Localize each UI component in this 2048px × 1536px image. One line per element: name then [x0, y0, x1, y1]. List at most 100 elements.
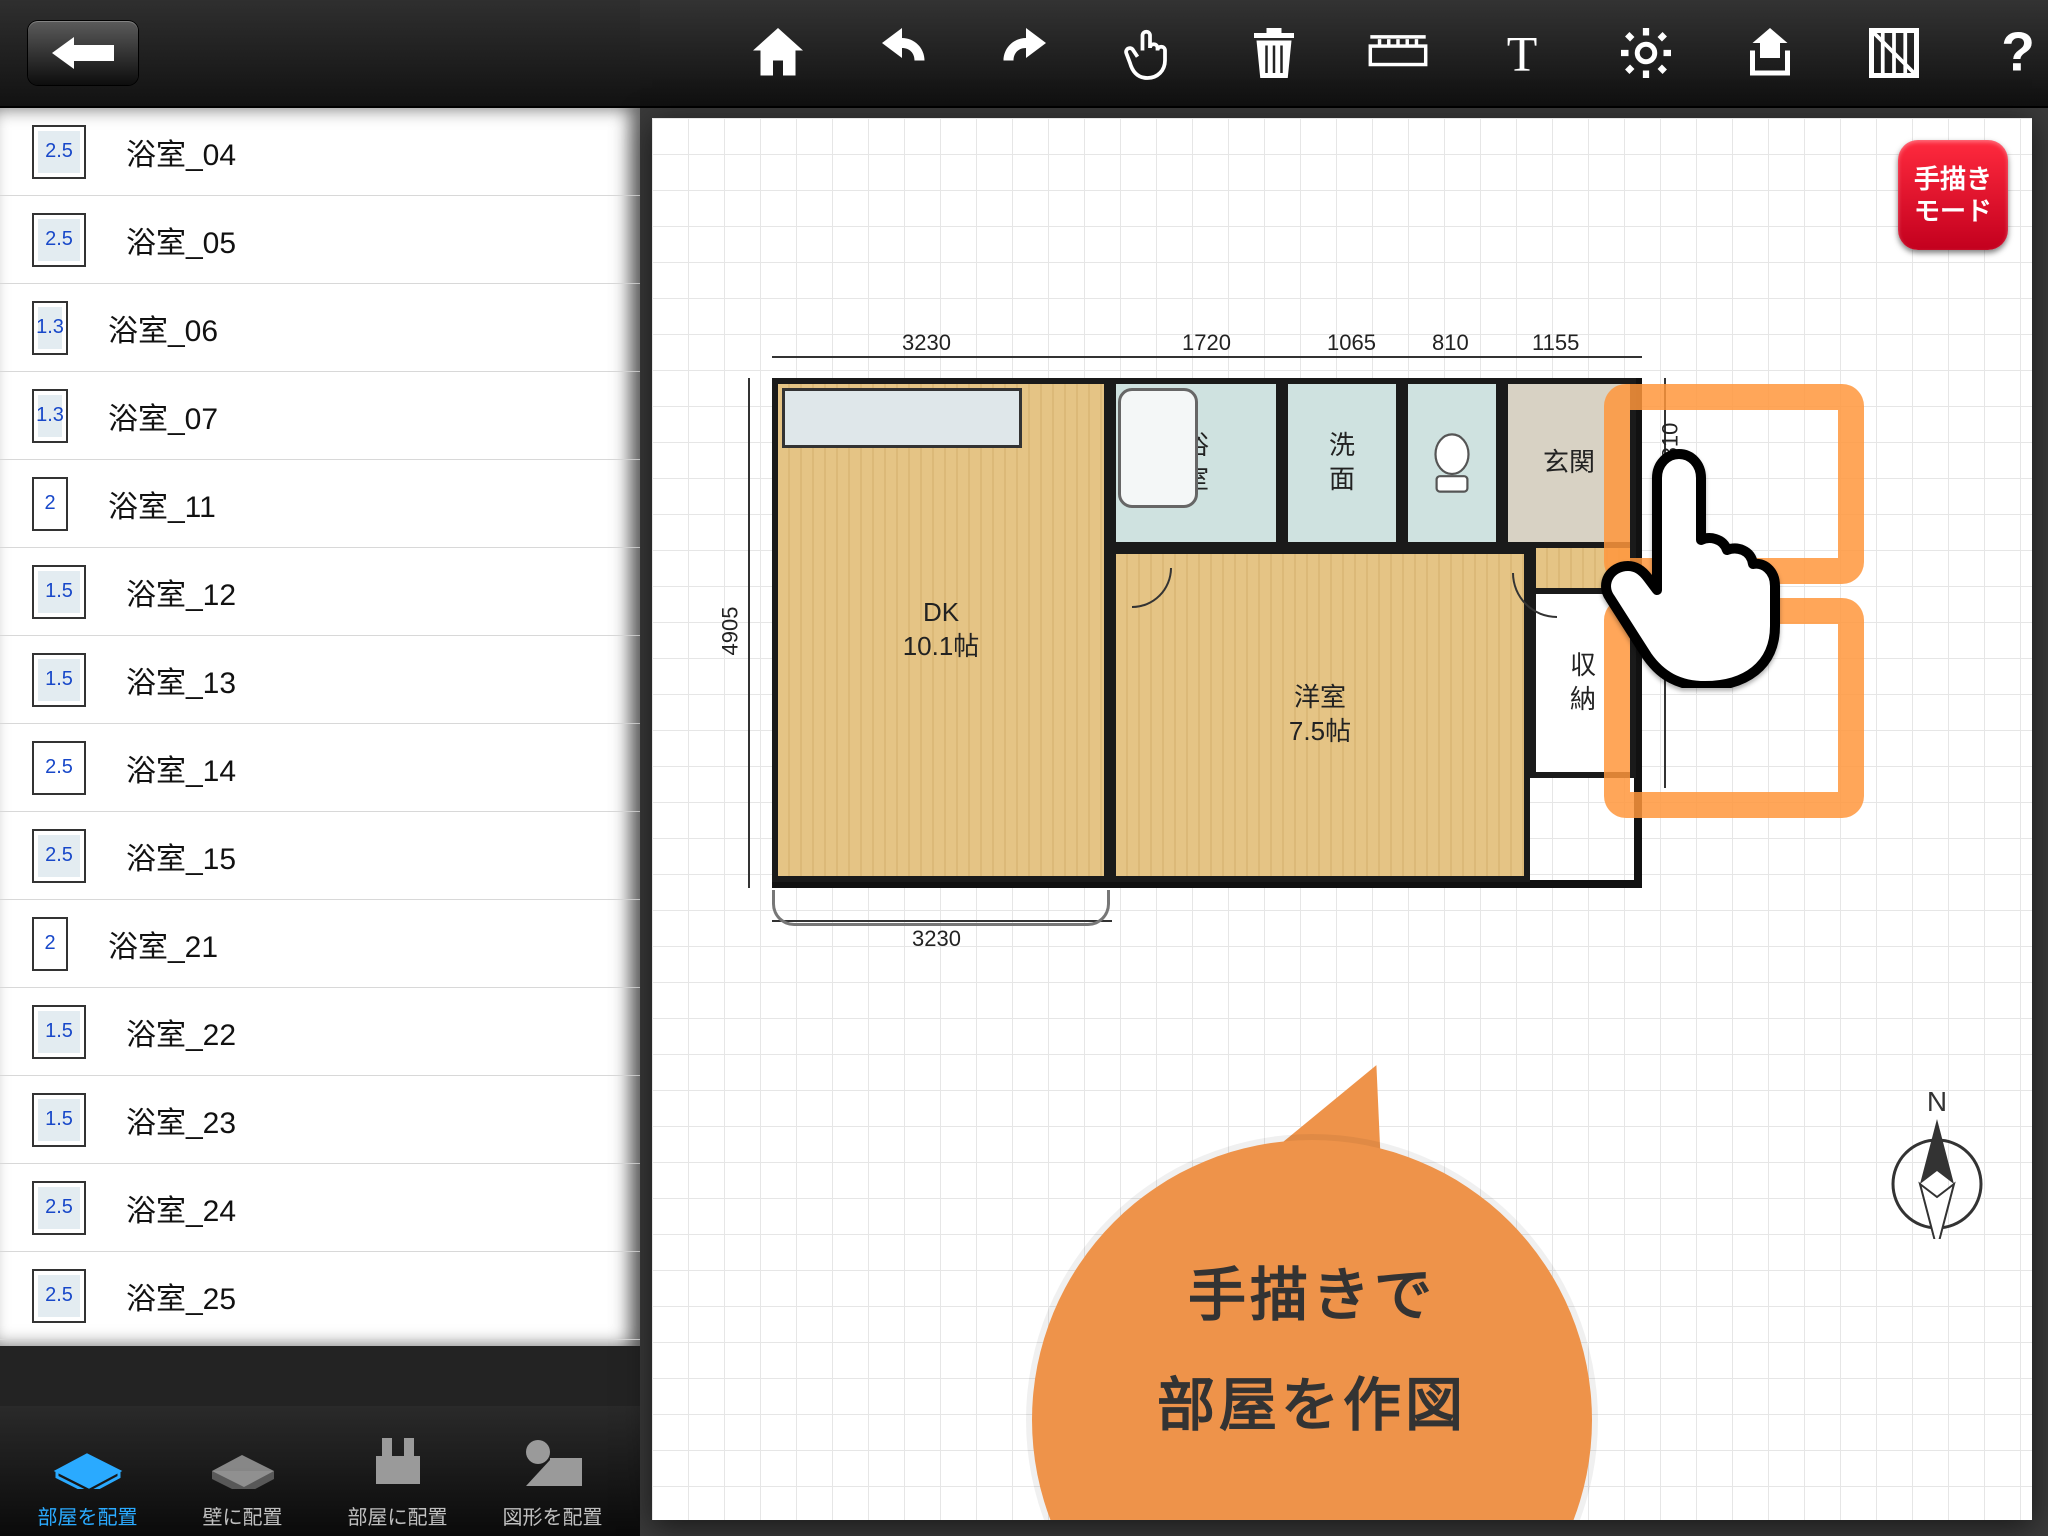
- measure-button[interactable]: [1368, 17, 1428, 89]
- palette-item[interactable]: 1.5 浴室_22: [0, 988, 640, 1076]
- delete-button[interactable]: [1244, 17, 1304, 89]
- room-western-name: 洋室: [1294, 681, 1346, 715]
- palette-label: 浴室_07: [108, 394, 218, 438]
- room-dk[interactable]: DK 10.1帖: [772, 378, 1110, 882]
- dim-top-2: 1720: [1182, 330, 1231, 356]
- canvas-area: 手描き モード 3230 1720 1065 810 1155 4905 810…: [640, 108, 2048, 1536]
- palette-list[interactable]: 2.5浴室_042.5浴室_05 1.3 浴室_06 1.3 浴室_07 2 浴室_11 1.…: [0, 108, 640, 1346]
- speech-line2: 部屋を作図: [1157, 1358, 1467, 1442]
- room-dk-name: DK: [923, 596, 959, 630]
- help-button[interactable]: ?: [1988, 17, 2048, 89]
- bottom-tab[interactable]: 部屋に配置: [320, 1423, 475, 1530]
- palette-item[interactable]: 1.5 浴室_12: [0, 548, 640, 636]
- palette-chip: 1.3: [32, 301, 68, 355]
- tab-icon: [165, 1423, 320, 1501]
- palette-chip: 1.5: [32, 1005, 86, 1059]
- palette-label: 浴室_11: [108, 482, 216, 526]
- palette-chip: 1.5: [32, 565, 86, 619]
- room-wash[interactable]: 洗 面: [1282, 378, 1402, 548]
- tab-icon: [320, 1423, 475, 1501]
- palette-label: 浴室_24: [126, 1186, 236, 1230]
- pointer-hand-icon: [1592, 448, 1802, 688]
- sidebar: 2.5浴室_042.5浴室_05 1.3 浴室_06 1.3 浴室_07 2 浴室_11 1.…: [0, 0, 640, 1536]
- speech-bubble: 手描きで 部屋を作図: [1032, 1140, 1592, 1520]
- dim-top-3: 1065: [1327, 330, 1376, 356]
- palette-item[interactable]: 1.3 浴室_06: [0, 284, 640, 372]
- palette-label: 浴室_22: [126, 1010, 236, 1054]
- back-button[interactable]: [28, 21, 138, 85]
- palette-item[interactable]: 2.5浴室_14: [0, 724, 640, 812]
- grid-button[interactable]: [1864, 17, 1924, 89]
- draw-mode-badge[interactable]: 手描き モード: [1898, 140, 2008, 250]
- room-closet-l2: 納: [1570, 683, 1596, 717]
- palette-chip: 2: [32, 917, 68, 971]
- palette-label: 浴室_06: [108, 306, 218, 350]
- home-button[interactable]: [748, 17, 808, 89]
- room-entry-name: 玄関: [1543, 446, 1595, 480]
- dim-top-4: 810: [1432, 330, 1469, 356]
- tab-label: 部屋に配置: [320, 1501, 475, 1530]
- palette-item[interactable]: 2.5 浴室_24: [0, 1164, 640, 1252]
- bottom-tab[interactable]: 部屋を配置: [10, 1423, 165, 1530]
- palette-item[interactable]: 2.5浴室_05: [0, 196, 640, 284]
- touch-button[interactable]: [1120, 17, 1180, 89]
- help-icon: ?: [1988, 23, 2048, 83]
- svg-text:?: ?: [2001, 23, 2035, 83]
- bottom-tabs: 部屋を配置壁に配置部屋に配置図形を配置: [0, 1406, 640, 1536]
- tab-label: 部屋を配置: [10, 1501, 165, 1530]
- palette-label: 浴室_12: [126, 570, 236, 614]
- palette-item[interactable]: 2 浴室_21: [0, 900, 640, 988]
- back-arrow-icon: [52, 37, 114, 69]
- tab-icon: [10, 1423, 165, 1501]
- palette-chip: 2.5: [32, 1269, 86, 1323]
- sidebar-gap: [0, 1346, 640, 1406]
- undo-button[interactable]: [872, 17, 932, 89]
- drawing-canvas[interactable]: 手描き モード 3230 1720 1065 810 1155 4905 810…: [652, 118, 2032, 1520]
- room-western-size: 7.5帖: [1289, 715, 1351, 749]
- share-button[interactable]: [1740, 17, 1800, 89]
- top-toolbar: T ?: [640, 0, 2048, 108]
- bottom-tab[interactable]: 図形を配置: [475, 1423, 630, 1530]
- dim-left: 4905: [717, 607, 743, 656]
- palette-item[interactable]: 1.5 浴室_13: [0, 636, 640, 724]
- palette-label: 浴室_21: [108, 922, 218, 966]
- palette-item[interactable]: 2 浴室_11: [0, 460, 640, 548]
- palette-chip: 1.5: [32, 1093, 86, 1147]
- room-wash-l1: 洗: [1329, 429, 1355, 463]
- palette-chip: 2.5: [32, 213, 86, 267]
- palette-chip: 2.5: [32, 829, 86, 883]
- room-western[interactable]: 洋室 7.5帖: [1110, 548, 1530, 882]
- palette-label: 浴室_15: [126, 834, 236, 878]
- dim-top-1: 3230: [902, 330, 951, 356]
- grid-icon: [1864, 23, 1924, 83]
- tab-label: 壁に配置: [165, 1501, 320, 1530]
- palette-chip: 1.3: [32, 389, 68, 443]
- redo-icon: [996, 23, 1056, 83]
- redo-button[interactable]: [996, 17, 1056, 89]
- room-toilet[interactable]: [1402, 378, 1502, 548]
- bottom-tab[interactable]: 壁に配置: [165, 1423, 320, 1530]
- palette-chip: 2.5: [32, 741, 86, 795]
- mode-badge-line1: 手描き: [1914, 163, 1992, 196]
- palette-item[interactable]: 1.5浴室_23: [0, 1076, 640, 1164]
- palette-chip: 2.5: [32, 1181, 86, 1235]
- dim-bottom: 3230: [912, 926, 961, 952]
- gear-icon: [1616, 23, 1676, 83]
- palette-chip: 2.5: [32, 125, 86, 179]
- palette-item[interactable]: 2.5浴室_04: [0, 108, 640, 196]
- palette-chip: 1.5: [32, 653, 86, 707]
- mode-badge-line2: モード: [1914, 195, 1992, 228]
- palette-item[interactable]: 2.5浴室_25: [0, 1252, 640, 1340]
- palette-item[interactable]: 2.5 浴室_15: [0, 812, 640, 900]
- palette-label: 浴室_13: [126, 658, 236, 702]
- dim-top-5: 1155: [1532, 330, 1579, 356]
- text-button[interactable]: T: [1492, 17, 1552, 89]
- palette-chip: 2: [32, 477, 68, 531]
- text-icon: T: [1492, 23, 1552, 83]
- palette-item[interactable]: 1.3 浴室_07: [0, 372, 640, 460]
- svg-text:T: T: [1507, 26, 1538, 82]
- tab-icon: [475, 1423, 630, 1501]
- speech-line1: 手描きで: [1188, 1248, 1436, 1332]
- compass-icon: N: [1882, 1089, 1992, 1239]
- settings-button[interactable]: [1616, 17, 1676, 89]
